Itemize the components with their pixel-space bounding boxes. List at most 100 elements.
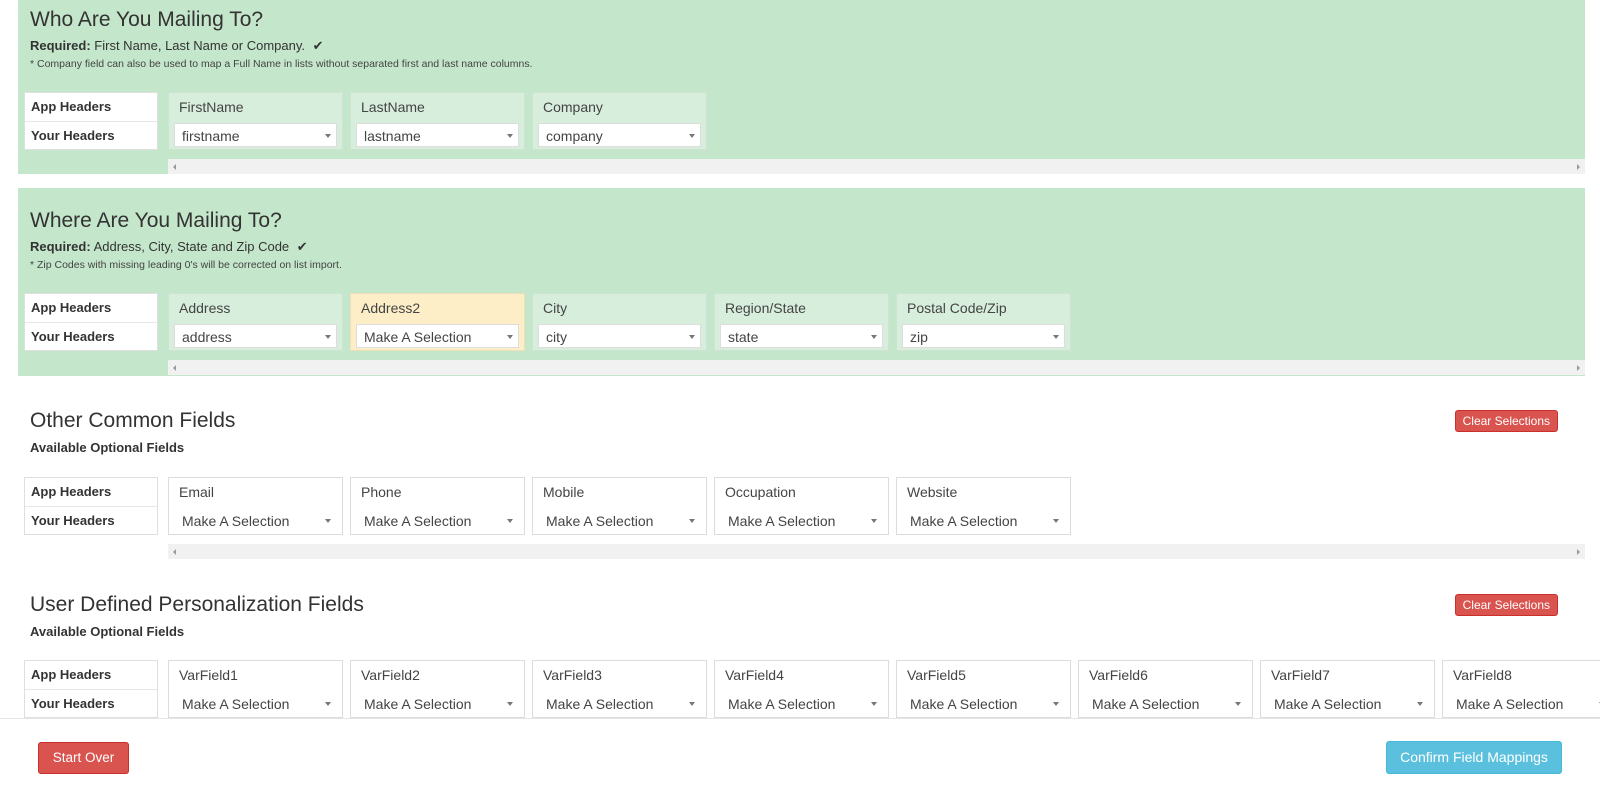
start-over-button[interactable]: Start Over (38, 742, 129, 774)
horizontal-scrollbar[interactable] (168, 360, 1585, 375)
horizontal-scrollbar[interactable] (168, 159, 1585, 174)
field-firstname: FirstName firstname (168, 92, 343, 150)
field-header: Address (179, 300, 231, 316)
caret-down-icon (689, 702, 695, 706)
row-labels: App Headers Your Headers (24, 660, 158, 718)
your-headers-label: Your Headers (25, 506, 157, 534)
caret-down-icon (325, 134, 331, 138)
field-select[interactable]: Make A Selection (1448, 691, 1600, 715)
other-fields: Email Make A Selection Phone Make A Sele… (168, 477, 1585, 535)
caret-down-icon (871, 702, 877, 706)
field-header: Occupation (725, 484, 796, 500)
caret-down-icon (507, 519, 513, 523)
user-section: User Defined Personalization Fields Avai… (18, 561, 1600, 718)
who-required-text: First Name, Last Name or Company. (94, 38, 306, 53)
caret-down-icon (507, 702, 513, 706)
field-header: Email (179, 484, 215, 500)
field-varfield4: VarField4 Make A Selection (714, 660, 889, 718)
caret-down-icon (871, 519, 877, 523)
who-section: Who Are You Mailing To? Required: First … (18, 0, 1585, 174)
field-select[interactable]: Make A Selection (902, 691, 1065, 715)
field-header: VarField4 (725, 667, 784, 683)
field-varfield2: VarField2 Make A Selection (350, 660, 525, 718)
who-title: Who Are You Mailing To? (30, 8, 264, 31)
field-phone: Phone Make A Selection (350, 477, 525, 535)
other-subtitle: Available Optional Fields (30, 440, 185, 455)
field-select[interactable]: address (174, 324, 337, 348)
field-address2: Address2 Make A Selection (350, 293, 525, 351)
field-company: Company company (532, 92, 707, 150)
field-select[interactable]: Make A Selection (356, 324, 519, 348)
user-subtitle: Available Optional Fields (30, 624, 185, 639)
field-header: Company (543, 99, 603, 115)
field-header: Address2 (361, 300, 421, 316)
field-select[interactable]: state (720, 324, 883, 348)
scroll-left-icon[interactable] (173, 164, 176, 170)
where-required-label: Required: (30, 239, 91, 254)
field-select[interactable]: Make A Selection (538, 508, 701, 532)
caret-down-icon (325, 335, 331, 339)
caret-down-icon (689, 134, 695, 138)
field-select[interactable]: Make A Selection (1266, 691, 1429, 715)
scroll-left-icon[interactable] (173, 365, 176, 371)
field-header: VarField6 (1089, 667, 1148, 683)
field-select[interactable]: Make A Selection (720, 691, 883, 715)
field-select[interactable]: Make A Selection (538, 691, 701, 715)
field-select[interactable]: Make A Selection (720, 508, 883, 532)
field-select[interactable]: company (538, 123, 701, 147)
where-required-text: Address, City, State and Zip Code (93, 239, 290, 254)
scroll-right-icon[interactable] (1577, 164, 1580, 170)
app-headers-label: App Headers (31, 667, 112, 682)
field-select[interactable]: Make A Selection (1084, 691, 1247, 715)
caret-down-icon (507, 335, 513, 339)
row-labels: App Headers Your Headers (24, 92, 158, 150)
field-header: City (543, 300, 568, 316)
where-fields: Address address Address2 Make A Selectio… (168, 293, 1585, 351)
caret-down-icon (689, 335, 695, 339)
scroll-left-icon[interactable] (173, 549, 176, 555)
field-varfield7: VarField7 Make A Selection (1260, 660, 1435, 718)
check-icon: ✔ (312, 38, 324, 53)
field-select[interactable]: zip (902, 324, 1065, 348)
field-select[interactable]: Make A Selection (902, 508, 1065, 532)
field-mobile: Mobile Make A Selection (532, 477, 707, 535)
field-select[interactable]: Make A Selection (356, 691, 519, 715)
field-region-state: Region/State state (714, 293, 889, 351)
your-headers-label: Your Headers (25, 689, 157, 717)
who-required-label: Required: (30, 38, 91, 53)
field-header: VarField8 (1453, 667, 1512, 683)
check-icon: ✔ (296, 239, 308, 254)
clear-selections-button[interactable]: Clear Selections (1454, 594, 1558, 616)
field-varfield3: VarField3 Make A Selection (532, 660, 707, 718)
where-required: Required: Address, City, State and Zip C… (30, 239, 308, 255)
app-headers-label: App Headers (31, 99, 112, 114)
field-header: VarField2 (361, 667, 420, 683)
field-select[interactable]: Make A Selection (174, 508, 337, 532)
caret-down-icon (871, 335, 877, 339)
field-header: VarField5 (907, 667, 966, 683)
caret-down-icon (325, 519, 331, 523)
field-varfield1: VarField1 Make A Selection (168, 660, 343, 718)
horizontal-scrollbar[interactable] (168, 544, 1585, 559)
other-title: Other Common Fields (30, 409, 236, 432)
scroll-right-icon[interactable] (1577, 549, 1580, 555)
field-select[interactable]: Make A Selection (174, 691, 337, 715)
field-header: Mobile (543, 484, 585, 500)
clear-selections-button[interactable]: Clear Selections (1454, 410, 1558, 432)
confirm-field-mappings-button[interactable]: Confirm Field Mappings (1386, 741, 1562, 774)
caret-down-icon (325, 702, 331, 706)
caret-down-icon (507, 134, 513, 138)
field-varfield6: VarField6 Make A Selection (1078, 660, 1253, 718)
field-select[interactable]: lastname (356, 123, 519, 147)
field-city: City city (532, 293, 707, 351)
field-header: VarField3 (543, 667, 602, 683)
caret-down-icon (1053, 702, 1059, 706)
scroll-right-icon[interactable] (1577, 365, 1580, 371)
field-select[interactable]: city (538, 324, 701, 348)
field-select[interactable]: Make A Selection (356, 508, 519, 532)
field-select[interactable]: firstname (174, 123, 337, 147)
field-address: Address address (168, 293, 343, 351)
row-labels: App Headers Your Headers (24, 293, 158, 351)
caret-down-icon (1235, 702, 1241, 706)
user-title: User Defined Personalization Fields (30, 593, 364, 616)
